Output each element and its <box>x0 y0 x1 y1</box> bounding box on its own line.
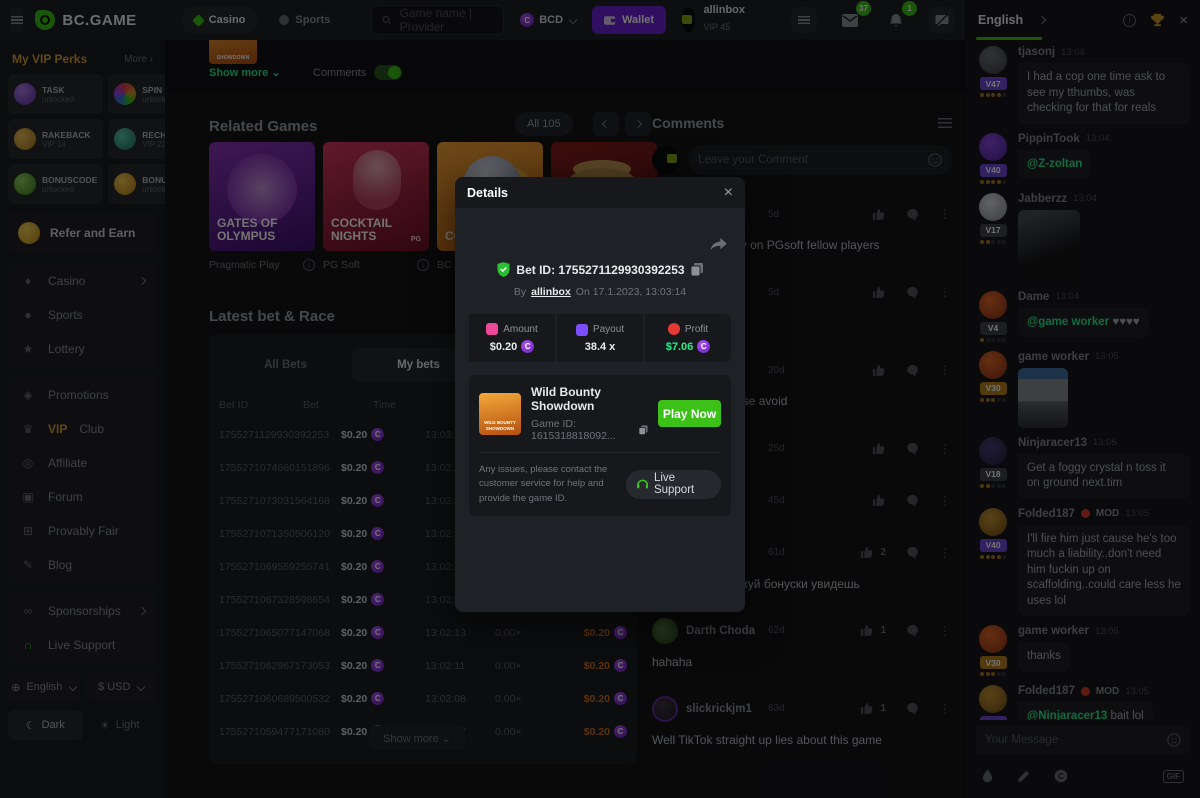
coin-icon: C <box>697 340 710 353</box>
bc-game-app: BC.GAME Casino Sports Game name | Provid… <box>0 0 1200 798</box>
bet-details-modal: Details × Bet ID: 1755271129930392253 By… <box>455 177 745 612</box>
bet-datetime: On 17.1.2023, 13:03:14 <box>576 286 686 298</box>
stat-cell: Payout 38.4 x <box>557 314 643 362</box>
support-help-text: Any issues, please contact the customer … <box>479 463 618 506</box>
bet-stats-row: Amount $0.20 C Payout <box>469 314 731 362</box>
share-icon[interactable] <box>710 238 727 252</box>
game-id: Game ID: 1615318818092... <box>531 418 634 442</box>
close-modal-button[interactable]: × <box>724 184 733 202</box>
modal-header: Details × <box>455 177 745 208</box>
play-now-button[interactable]: Play Now <box>658 400 721 427</box>
stat-cell: Amount $0.20 C <box>469 314 555 362</box>
bet-id-value: Bet ID: 1755271129930392253 <box>516 263 684 277</box>
stat-cell: Profit $7.06 C <box>645 314 731 362</box>
game-name: Wild Bounty Showdown <box>531 385 648 413</box>
stat-icon <box>486 323 498 335</box>
game-info-panel: WILD BOUNTY SHOWDOWN Wild Bounty Showdow… <box>469 375 731 516</box>
copy-icon[interactable] <box>639 424 648 436</box>
modal-title: Details <box>467 186 508 200</box>
stat-icon <box>576 324 588 336</box>
headset-icon <box>637 478 648 490</box>
copy-icon[interactable] <box>691 263 703 276</box>
live-support-button[interactable]: Live Support <box>626 470 721 499</box>
coin-icon: C <box>521 340 534 353</box>
game-thumbnail[interactable]: WILD BOUNTY SHOWDOWN <box>479 393 521 435</box>
verified-shield-icon[interactable] <box>497 262 510 277</box>
stat-icon <box>668 323 680 335</box>
bettor-username-link[interactable]: allinbox <box>531 286 571 298</box>
